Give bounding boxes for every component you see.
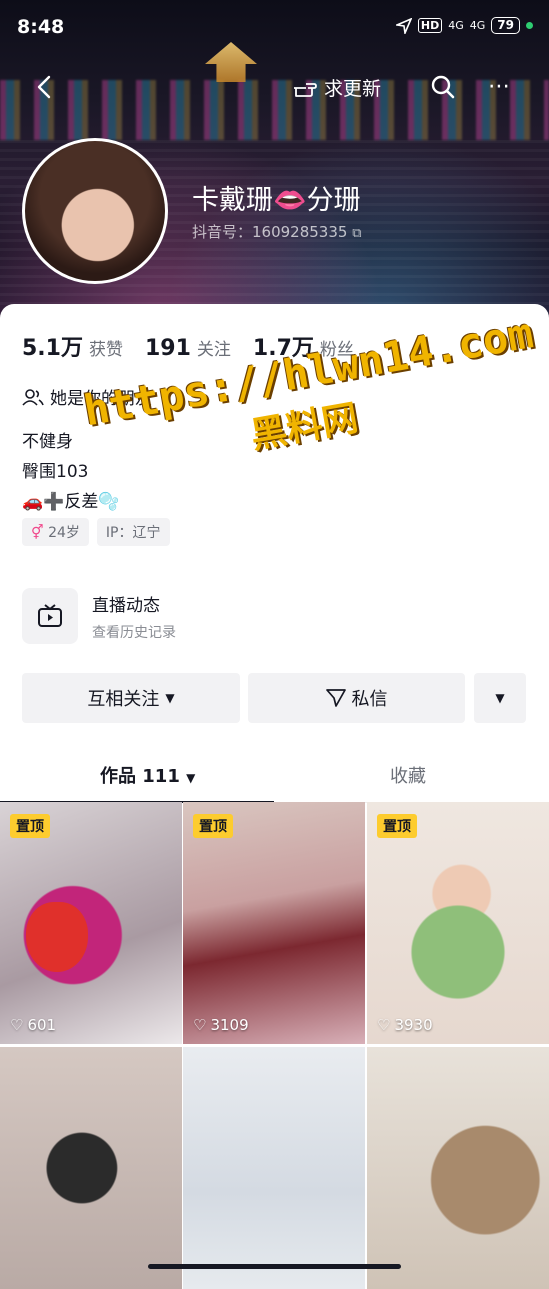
video-grid: 置顶 ♡ 601 置顶 ♡ 3109 置顶 ♡ 3930 bbox=[0, 802, 549, 1289]
mutual-follow-button[interactable]: 互相关注 ▼ bbox=[22, 673, 240, 723]
battery-icon: 79 bbox=[491, 17, 520, 34]
heart-icon: ♡ bbox=[10, 1016, 24, 1034]
friends-icon bbox=[22, 388, 44, 406]
age-tag: ⚥ 24岁 bbox=[22, 518, 89, 546]
home-indicator bbox=[148, 1264, 401, 1269]
profile-name: 卡戴珊👄分珊 bbox=[192, 185, 361, 216]
douyin-id[interactable]: 抖音号：1609285335 ⧉ bbox=[192, 221, 362, 242]
stat-following[interactable]: 191 关注 bbox=[145, 335, 231, 361]
bio-line-1: 不健身 bbox=[22, 432, 73, 452]
dropdown-triangle-icon: ▼ bbox=[495, 691, 505, 705]
video-thumbnail[interactable] bbox=[183, 1047, 365, 1289]
message-button[interactable]: 私信 bbox=[248, 673, 465, 723]
avatar[interactable] bbox=[22, 138, 168, 284]
search-icon[interactable] bbox=[430, 74, 456, 100]
tab-favorites[interactable]: 收藏 bbox=[390, 762, 426, 788]
network-icon-1: 4G bbox=[448, 19, 464, 32]
more-actions-button[interactable]: ▼ bbox=[474, 673, 526, 723]
stat-likes[interactable]: 5.1万 获赞 bbox=[22, 330, 123, 362]
copy-icon[interactable]: ⧉ bbox=[352, 226, 361, 241]
request-update-label: 求更新 bbox=[324, 78, 382, 100]
request-update-button[interactable]: 求更新 bbox=[292, 74, 381, 101]
status-bar: 8:48 HD 4G 4G 79 bbox=[0, 0, 549, 56]
status-icons: HD 4G 4G 79 bbox=[395, 17, 533, 34]
hd-icon: HD bbox=[417, 18, 443, 33]
profile-tags: ⚥ 24岁 IP：辽宁 bbox=[22, 518, 170, 546]
live-title: 直播动态 bbox=[92, 595, 160, 616]
female-icon: ⚥ bbox=[31, 525, 44, 541]
status-dot bbox=[526, 22, 533, 29]
status-time: 8:48 bbox=[17, 16, 65, 38]
video-thumbnail[interactable]: 置顶 ♡ 601 bbox=[0, 802, 182, 1044]
network-icon-2: 4G bbox=[469, 19, 486, 32]
pointing-hand-icon bbox=[294, 82, 317, 97]
cover-lights bbox=[0, 80, 549, 140]
bio-line-2: 臀围103 bbox=[22, 462, 89, 482]
video-thumbnail[interactable]: 置顶 ♡ 3109 bbox=[183, 802, 365, 1044]
video-thumbnail[interactable] bbox=[0, 1047, 182, 1289]
live-history-entry[interactable]: 直播动态 查看历史记录 bbox=[22, 588, 176, 644]
back-arrow-icon[interactable] bbox=[30, 72, 60, 102]
ip-tag: IP：辽宁 bbox=[96, 518, 170, 546]
video-thumbnail[interactable]: 置顶 ♡ 3930 bbox=[367, 802, 549, 1044]
strawberry-sticker bbox=[26, 902, 88, 972]
video-thumbnail[interactable] bbox=[367, 1047, 549, 1289]
tv-icon bbox=[38, 604, 62, 627]
content-tabs: 作品 111 ▼ 收藏 bbox=[0, 752, 549, 803]
more-options-icon[interactable]: ⋯ bbox=[488, 74, 512, 99]
tv-icon-box bbox=[22, 588, 78, 644]
live-subtitle: 查看历史记录 bbox=[92, 624, 176, 641]
dropdown-triangle-icon: ▼ bbox=[165, 691, 175, 705]
tab-works[interactable]: 作品 111 ▼ bbox=[100, 762, 195, 788]
location-arrow-icon bbox=[395, 17, 412, 34]
dropdown-triangle-icon: ▼ bbox=[186, 771, 196, 785]
heart-icon: ♡ bbox=[377, 1016, 391, 1034]
heart-icon: ♡ bbox=[193, 1016, 207, 1034]
send-icon bbox=[325, 689, 346, 707]
